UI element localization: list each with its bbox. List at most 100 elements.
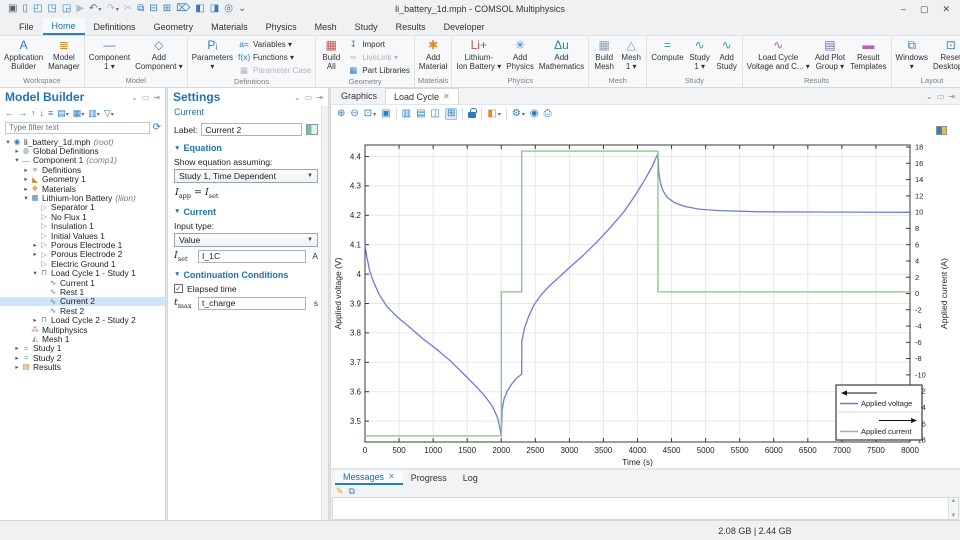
tree-item-load-cycle-1-study-1[interactable]: ▾⊓Load Cycle 1 - Study 1	[0, 268, 165, 277]
filter-tree-icon[interactable]: ▽▾	[104, 109, 114, 118]
tree-item-rest-1[interactable]: ∿Rest 1	[0, 287, 165, 296]
plot-settings-icon[interactable]: ⚙▾	[512, 109, 525, 119]
close-icon[interactable]: ✕	[443, 92, 450, 101]
tree-item-definitions[interactable]: ▸≡Definitions	[0, 165, 165, 174]
plot-canvas[interactable]: 0500100015002000250030003500400045005000…	[331, 122, 960, 468]
ribbon-button-application-builder[interactable]: AApplicationBuilder	[2, 37, 45, 75]
ribbon-button-functions[interactable]: f(x)Functions ▾	[236, 51, 313, 63]
messages-scrollbar[interactable]: ▲▼	[948, 498, 958, 519]
tmax-input[interactable]	[198, 297, 306, 310]
model-manager-save-icon[interactable]: ◨	[210, 4, 219, 14]
refresh-icon[interactable]: ⟳	[153, 122, 161, 133]
float-icon[interactable]: ▭	[937, 92, 945, 101]
tree-item-study-1[interactable]: ▸≈Study 1	[0, 344, 165, 353]
ribbon-button-component-1[interactable]: —Component1 ▾	[87, 37, 132, 75]
tree-item-electric-ground-1[interactable]: ▷Electric Ground 1	[0, 259, 165, 268]
save-as-icon[interactable]: ◲	[62, 4, 71, 14]
tree-item-rest-2[interactable]: ∿Rest 2	[0, 306, 165, 315]
ribbon-button-lithium-ion-battery[interactable]: Li+Lithium-Ion Battery ▾	[454, 37, 503, 75]
model-manager-open-icon[interactable]: ◧	[195, 4, 204, 14]
expand-icon[interactable]: ▸	[22, 166, 30, 174]
messages-tab-messages[interactable]: Messages✕	[335, 470, 403, 485]
iset-input[interactable]	[198, 250, 306, 263]
tree-item-porous-electrode-2[interactable]: ▸▷Porous Electrode 2	[0, 250, 165, 259]
expand-icon[interactable]: ▸	[22, 175, 30, 183]
group-nodes-icon[interactable]: ▦▾	[73, 109, 85, 118]
elapsed-time-checkbox[interactable]: ✓	[174, 284, 183, 293]
scroll-down-icon[interactable]: ▼	[951, 513, 957, 519]
menu-tab-geometry[interactable]: Geometry	[145, 18, 203, 35]
tree-item-geometry-1[interactable]: ▸◣Geometry 1	[0, 175, 165, 184]
menu-tab-mesh[interactable]: Mesh	[306, 18, 346, 35]
float-icon[interactable]: ▭	[142, 93, 150, 102]
tree-item-materials[interactable]: ▸❖Materials	[0, 184, 165, 193]
expand-icon[interactable]: ▸	[31, 241, 39, 249]
pin-icon[interactable]: ⇥	[948, 92, 955, 101]
menu-tab-file[interactable]: File	[10, 18, 43, 35]
collapse-icon[interactable]: ▾	[4, 138, 12, 146]
back-icon[interactable]: ←	[5, 109, 14, 118]
undo-icon[interactable]: ↶▾	[89, 4, 101, 14]
collapse-icon[interactable]: ⌄	[294, 93, 301, 102]
tree-item-mesh-1[interactable]: ◭Mesh 1	[0, 334, 165, 343]
ribbon-button-study-1[interactable]: ∿Study1 ▾	[687, 37, 713, 75]
expand-icon[interactable]: ▸	[13, 344, 21, 352]
ribbon-button-compute[interactable]: =Compute	[649, 37, 685, 75]
customize-toolbar-icon[interactable]: ⌄	[238, 4, 246, 14]
ribbon-button-parameters[interactable]: PᵢParameters▾	[190, 37, 235, 76]
collapse-icon[interactable]: ▾	[13, 156, 21, 164]
select-plot-window-icon[interactable]: ⊞	[445, 108, 457, 120]
zoom-in-icon[interactable]: ⊕	[337, 109, 345, 119]
model-tree-nodes-icon[interactable]: ▤▾	[57, 109, 69, 118]
copy-icon[interactable]: ⧉	[137, 4, 144, 14]
ribbon-button-add-component[interactable]: ◇AddComponent ▾	[133, 37, 185, 75]
ribbon-button-model-manager[interactable]: ≣ModelManager	[46, 37, 82, 75]
equation-study-dropdown[interactable]: Study 1, Time Dependent ▼	[174, 169, 318, 183]
ribbon-button-result-templates[interactable]: ▬ResultTemplates	[848, 37, 888, 75]
ribbon-button-add-physics[interactable]: ✳AddPhysics	[504, 37, 536, 75]
x-axis-data-icon[interactable]: ▤	[416, 109, 425, 119]
app-icon[interactable]: ▣	[8, 4, 17, 14]
tree-item-current-1[interactable]: ∿Current 1	[0, 278, 165, 287]
tree-item-multiphysics[interactable]: ⁂Multiphysics	[0, 325, 165, 334]
tree-item-lithium-ion-battery[interactable]: ▾▦Lithium-Ion Battery(liion)	[0, 193, 165, 202]
maximize-button[interactable]: ▢	[920, 4, 929, 15]
settings-scrollbar[interactable]	[321, 106, 328, 520]
tree-item-separator-1[interactable]: ▷Separator 1	[0, 203, 165, 212]
ribbon-button-add-mathematics[interactable]: ΔuAddMathematics	[537, 37, 586, 75]
y-axis-data-icon[interactable]: ▥	[402, 109, 411, 119]
show-options-icon[interactable]: ▥▾	[88, 109, 100, 118]
tree-item-component-1[interactable]: ▾—Component 1(comp1)	[0, 156, 165, 165]
menu-tab-home[interactable]: Home	[43, 18, 85, 35]
input-type-dropdown[interactable]: Value ▼	[174, 233, 318, 247]
menu-tab-developer[interactable]: Developer	[435, 18, 494, 35]
label-input[interactable]	[201, 123, 302, 136]
tree-item-initial-values-1[interactable]: ▷Initial Values 1	[0, 231, 165, 240]
tree-item-study-2[interactable]: ▸≈Study 2	[0, 353, 165, 362]
zoom-box-icon[interactable]: ⊡▾	[364, 109, 376, 119]
expand-icon[interactable]: ▸	[13, 354, 21, 362]
ribbon-button-add-material[interactable]: ✱AddMaterial	[417, 37, 449, 75]
continuation-section-header[interactable]: ▼ Continuation Conditions	[174, 270, 318, 280]
expand-icon[interactable]: ▸	[31, 250, 39, 258]
ribbon-button-build-mesh[interactable]: ▦BuildMesh	[591, 37, 617, 75]
expand-icon[interactable]: ▸	[13, 363, 21, 371]
duplicate-icon[interactable]: ⊞	[163, 4, 171, 14]
ribbon-button-variables[interactable]: a=Variables ▾	[236, 38, 313, 50]
tree-item-li-battery-1d-mph[interactable]: ▾◉li_battery_1d.mph(root)	[0, 137, 165, 146]
tree-item-porous-electrode-1[interactable]: ▸▷Porous Electrode 1	[0, 240, 165, 249]
save-icon[interactable]: ◳	[47, 4, 56, 14]
forward-icon[interactable]: →	[18, 109, 27, 118]
zoom-out-icon[interactable]: ⊖	[350, 109, 358, 119]
current-section-header[interactable]: ▼ Current	[174, 207, 318, 217]
collapse-icon[interactable]: ⌄	[926, 92, 933, 101]
move-down-icon[interactable]: ↓	[40, 109, 45, 118]
tree-item-results[interactable]: ▸▤Results	[0, 362, 165, 371]
menu-tab-physics[interactable]: Physics	[257, 18, 306, 35]
collapse-all-icon[interactable]: ≡	[48, 109, 53, 118]
close-icon[interactable]: ✕	[388, 472, 395, 481]
tree-item-current-2[interactable]: ∿Current 2	[0, 297, 165, 306]
float-icon[interactable]: ▭	[305, 93, 313, 102]
new-file-icon[interactable]: ▯	[22, 4, 28, 14]
tree-item-load-cycle-2-study-2[interactable]: ▸⊓Load Cycle 2 - Study 2	[0, 315, 165, 324]
